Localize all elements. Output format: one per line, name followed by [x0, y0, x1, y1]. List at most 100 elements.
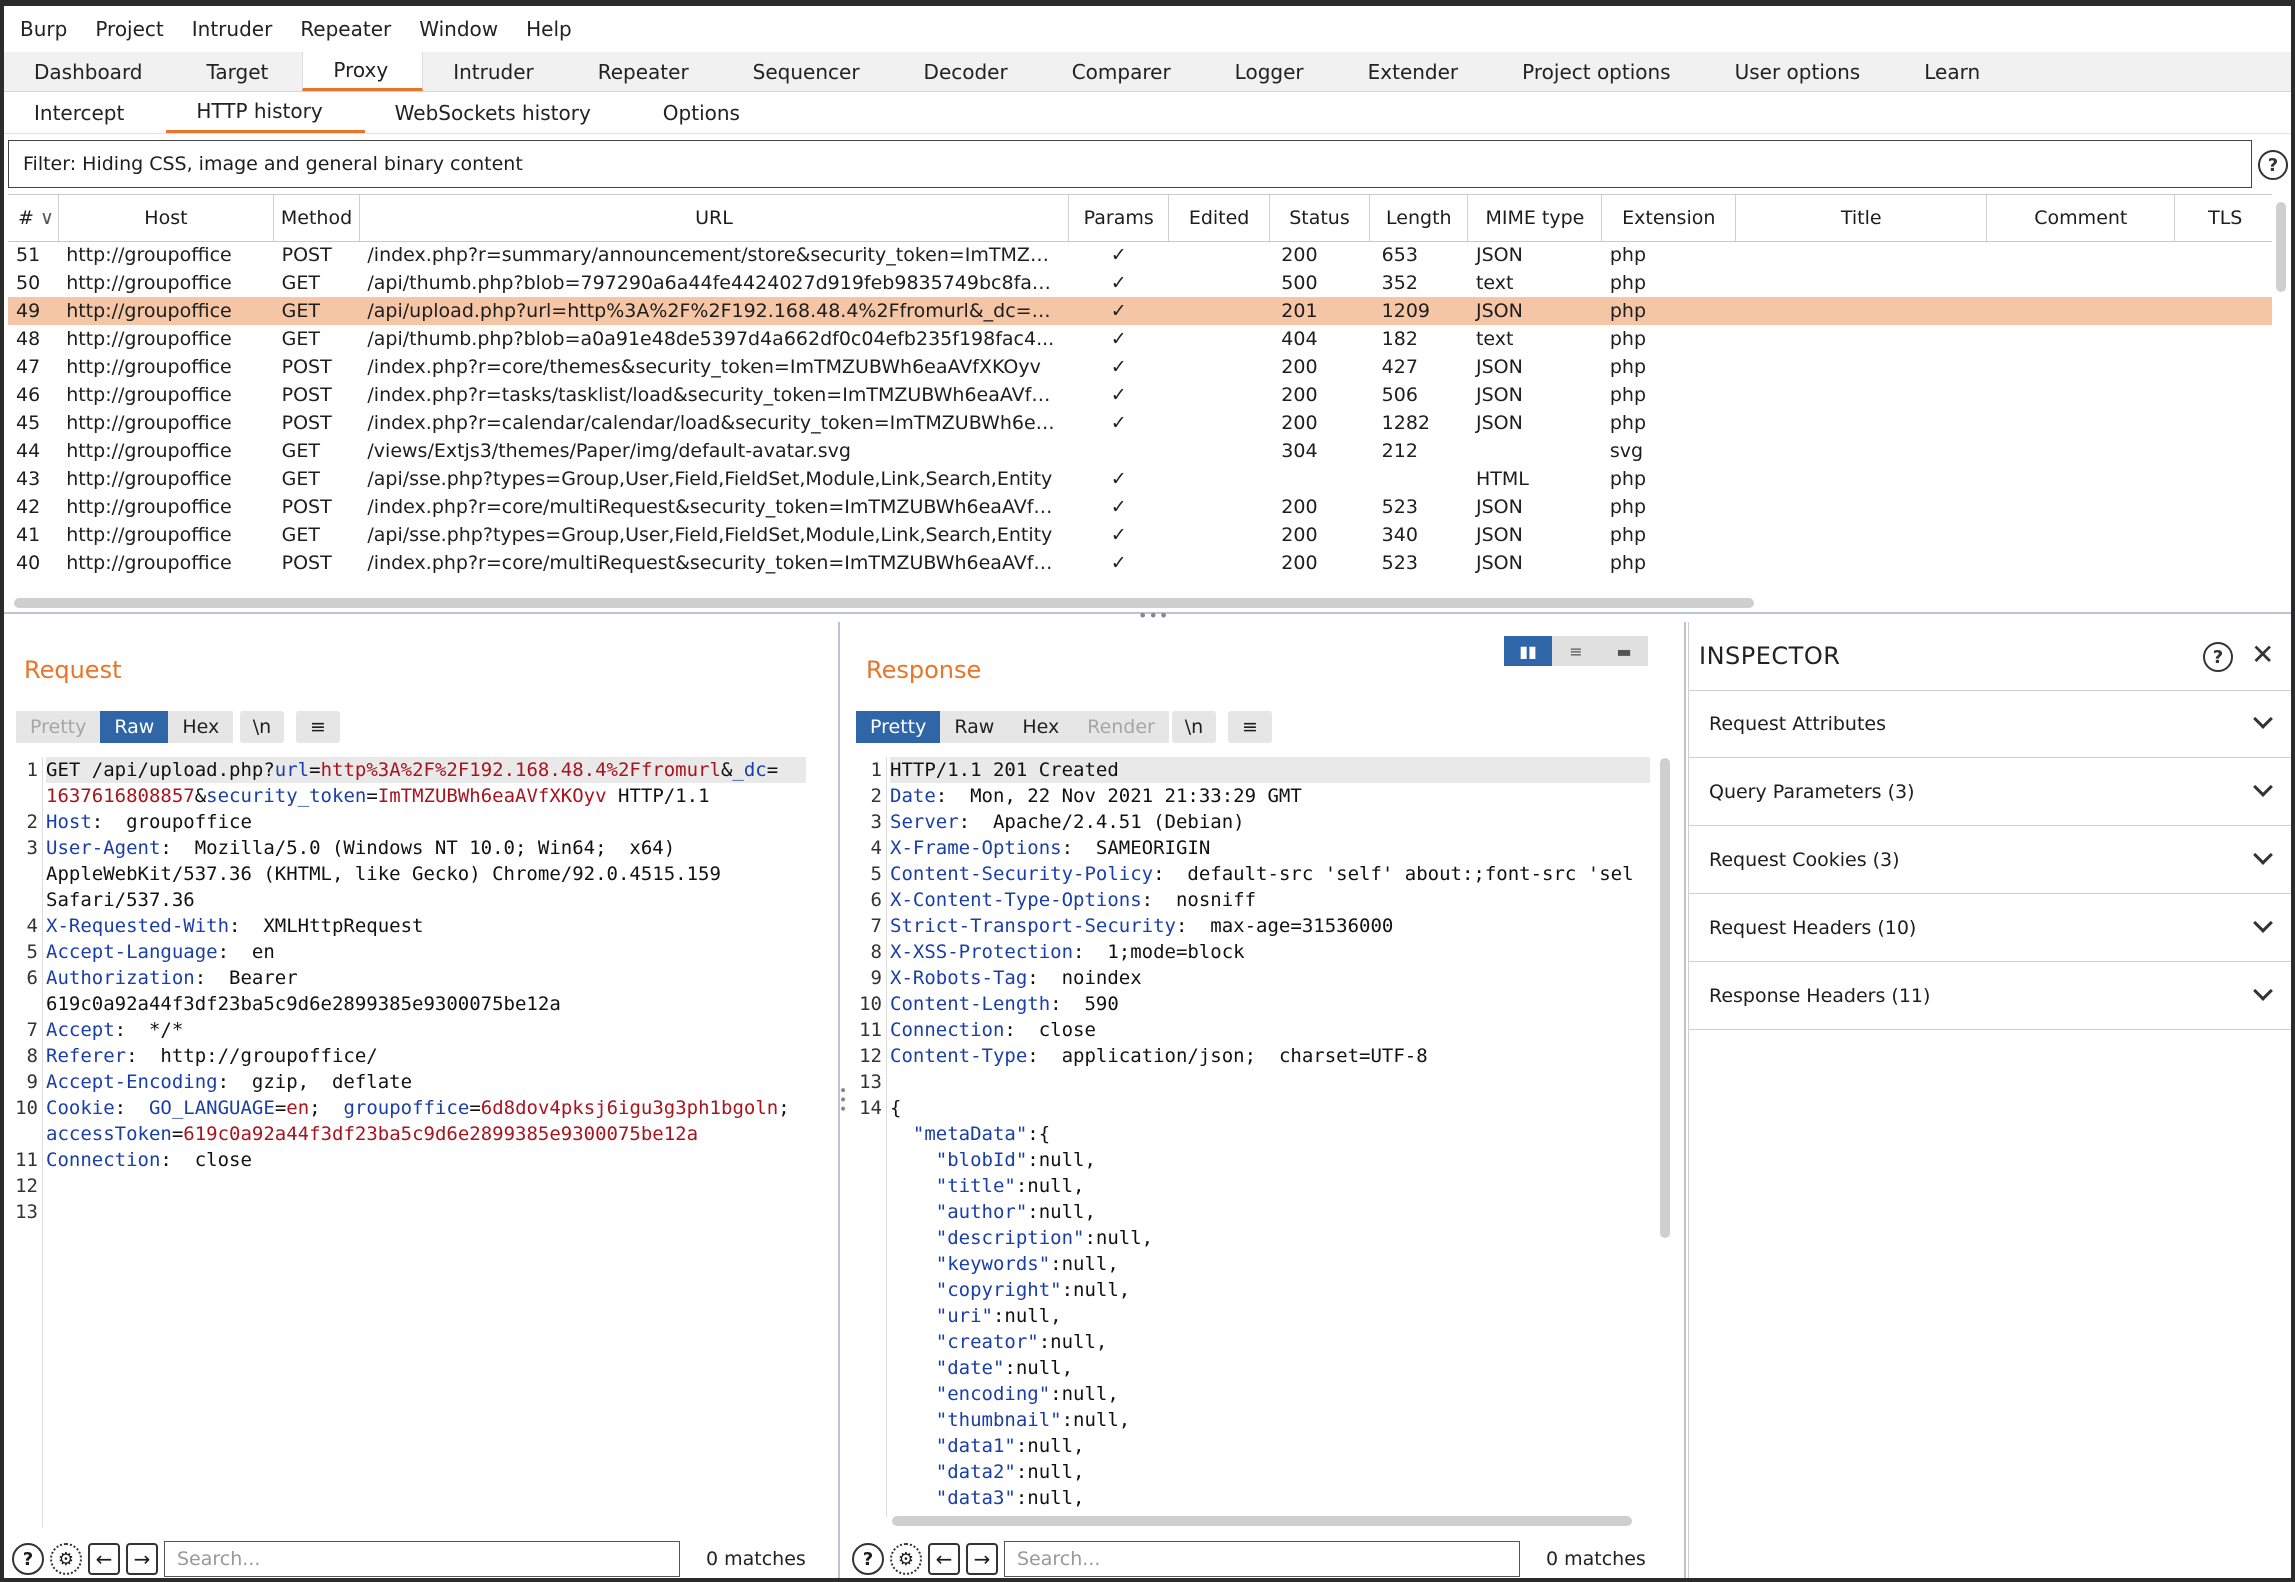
tab-logger[interactable]: Logger — [1205, 52, 1338, 91]
menu-help[interactable]: Help — [526, 17, 572, 41]
table-horizontal-scrollbar[interactable] — [14, 598, 1754, 608]
filter-bar[interactable]: Filter: Hiding CSS, image and general bi… — [8, 140, 2252, 188]
inspector-section-response-headers-11[interactable]: Response Headers (11) — [1689, 962, 2291, 1030]
layout-stacked-icon[interactable]: ≡ — [1552, 636, 1600, 666]
table-row[interactable]: 51 http://groupoffice POST/index.php?r=sum… — [8, 241, 2272, 269]
response-view-render[interactable]: Render — [1073, 711, 1169, 743]
subtab-intercept[interactable]: Intercept — [4, 92, 166, 133]
request-newline-button[interactable]: \n — [240, 711, 284, 743]
request-search-prev-icon[interactable]: ← — [88, 1543, 120, 1575]
code-token: Accept-Encoding — [46, 1071, 218, 1093]
menu-project[interactable]: Project — [95, 17, 163, 41]
response-newline-button[interactable]: \n — [1172, 711, 1216, 743]
tab-target[interactable]: Target — [177, 52, 303, 91]
table-row[interactable]: 44 http://groupoffice GET/views/Extjs3/the… — [8, 437, 2272, 465]
chevron-down-icon[interactable] — [2253, 709, 2273, 729]
table-row[interactable]: 42 http://groupoffice POST/index.php?r=cor… — [8, 493, 2272, 521]
request-view-hex[interactable]: Hex — [168, 711, 234, 743]
response-inspector-splitter[interactable] — [1684, 622, 1686, 1578]
request-editor[interactable]: 1 2 3 4 5 6 7 8 9 10 11 12 13 GET /api/upload.php?ur… — [4, 757, 836, 1527]
response-menu-button[interactable]: ≡ — [1228, 711, 1272, 743]
request-search-input[interactable]: Search... — [164, 1541, 680, 1577]
column-header-edited[interactable]: Edited — [1168, 195, 1270, 242]
column-header-comment[interactable]: Comment — [1986, 195, 2176, 242]
table-vertical-scrollbar[interactable] — [2276, 202, 2286, 292]
response-search-next-icon[interactable]: → — [966, 1543, 998, 1575]
chevron-down-icon[interactable] — [2253, 981, 2273, 1001]
table-row[interactable]: 41 http://groupoffice GET/api/sse.php?type… — [8, 521, 2272, 549]
table-row[interactable]: 50 http://groupoffice GET/api/thumb.php?bl… — [8, 269, 2272, 297]
column-header-label: Params — [1083, 206, 1154, 229]
column-header-params[interactable]: Params — [1068, 195, 1170, 242]
splitter-grip-icon[interactable]: ••• — [1138, 606, 1169, 625]
chevron-down-icon[interactable] — [2253, 845, 2273, 865]
tab-decoder[interactable]: Decoder — [894, 52, 1042, 91]
column-header-status[interactable]: Status — [1269, 195, 1371, 242]
menu-repeater[interactable]: Repeater — [300, 17, 391, 41]
table-row[interactable]: 43 http://groupoffice GET/api/sse.php?type… — [8, 465, 2272, 493]
filter-help-icon[interactable]: ? — [2258, 150, 2288, 180]
inspector-close-icon[interactable]: ✕ — [2251, 638, 2274, 671]
tab-learn[interactable]: Learn — [1894, 52, 2014, 91]
tab-intruder[interactable]: Intruder — [423, 52, 568, 91]
column-header-mime-type[interactable]: MIME type — [1467, 195, 1603, 242]
menu-window[interactable]: Window — [419, 17, 498, 41]
column-header-title[interactable]: Title — [1735, 195, 1988, 242]
subtab-websockets-history[interactable]: WebSockets history — [365, 92, 633, 133]
code-token: : gzip, deflate — [217, 1071, 413, 1093]
response-horizontal-scrollbar[interactable] — [892, 1516, 1632, 1526]
table-row[interactable]: 47 http://groupoffice POST/index.php?r=cor… — [8, 353, 2272, 381]
tab-comparer[interactable]: Comparer — [1042, 52, 1205, 91]
subtab-http-history[interactable]: HTTP history — [166, 92, 365, 133]
inspector-section-query-parameters-3[interactable]: Query Parameters (3) — [1689, 758, 2291, 826]
layout-tabbed-icon[interactable]: ▬ — [1600, 636, 1648, 666]
table-row[interactable]: 48 http://groupoffice GET/api/thumb.php?bl… — [8, 325, 2272, 353]
tab-proxy[interactable]: Proxy — [302, 52, 424, 91]
sort-chevron-icon[interactable]: ∨ — [34, 207, 54, 229]
column-header-extension[interactable]: Extension — [1601, 195, 1737, 242]
column-header-method[interactable]: Method — [273, 195, 360, 242]
request-menu-button[interactable]: ≡ — [296, 711, 340, 743]
chevron-down-icon[interactable] — [2253, 777, 2273, 797]
inspector-section-request-attributes[interactable]: Request Attributes — [1689, 690, 2291, 758]
column-header-length[interactable]: Length — [1369, 195, 1469, 242]
response-search-input[interactable]: Search... — [1004, 1541, 1520, 1577]
tab-repeater[interactable]: Repeater — [568, 52, 723, 91]
request-search-next-icon[interactable]: → — [126, 1543, 158, 1575]
menu-burp[interactable]: Burp — [20, 17, 67, 41]
subtab-options[interactable]: Options — [633, 92, 782, 133]
table-row[interactable]: 40 http://groupoffice POST/index.php?r=cor… — [8, 549, 2272, 577]
tab-extender[interactable]: Extender — [1338, 52, 1493, 91]
response-vertical-scrollbar[interactable] — [1660, 758, 1670, 1238]
column-header-url[interactable]: URL — [359, 195, 1070, 242]
layout-side-by-side-icon[interactable]: ▮▮ — [1504, 636, 1552, 666]
response-help-icon[interactable]: ? — [852, 1543, 884, 1575]
request-help-icon[interactable]: ? — [12, 1543, 44, 1575]
response-editor[interactable]: 1 2 3 4 5 6 7 8 9 10 11 12 13 14 HTTP/1.1 201 Created… — [848, 757, 1658, 1517]
inspector-help-icon[interactable]: ? — [2203, 642, 2233, 672]
response-search-prev-icon[interactable]: ← — [928, 1543, 960, 1575]
table-row[interactable]: 46 http://groupoffice POST/index.php?r=tas… — [8, 381, 2272, 409]
table-row[interactable]: 45 http://groupoffice POST/index.php?r=cal… — [8, 409, 2272, 437]
inspector-section-request-headers-10[interactable]: Request Headers (10) — [1689, 894, 2291, 962]
cell-params: ✓ — [1069, 409, 1169, 437]
table-row[interactable]: 49 http://groupoffice GET/api/upload.php?u… — [8, 297, 2272, 325]
menu-intruder[interactable]: Intruder — [192, 17, 273, 41]
column-header-host[interactable]: Host — [58, 195, 275, 242]
response-settings-gear-icon[interactable]: ⚙ — [890, 1543, 922, 1575]
request-view-pretty[interactable]: Pretty — [16, 711, 101, 743]
tab-project-options[interactable]: Project options — [1492, 52, 1704, 91]
column-header-tls[interactable]: TLS — [2174, 195, 2272, 242]
chevron-down-icon[interactable] — [2253, 913, 2273, 933]
inspector-section-request-cookies-3[interactable]: Request Cookies (3) — [1689, 826, 2291, 894]
tab-sequencer[interactable]: Sequencer — [723, 52, 894, 91]
request-settings-gear-icon[interactable]: ⚙ — [50, 1543, 82, 1575]
tab-user-options[interactable]: User options — [1705, 52, 1895, 91]
response-view-pretty[interactable]: Pretty — [856, 711, 941, 743]
response-view-hex[interactable]: Hex — [1008, 711, 1074, 743]
request-view-raw[interactable]: Raw — [100, 711, 169, 743]
tab-dashboard[interactable]: Dashboard — [4, 52, 177, 91]
response-view-raw[interactable]: Raw — [940, 711, 1009, 743]
column-header-number[interactable]: # ∨ — [8, 195, 59, 242]
